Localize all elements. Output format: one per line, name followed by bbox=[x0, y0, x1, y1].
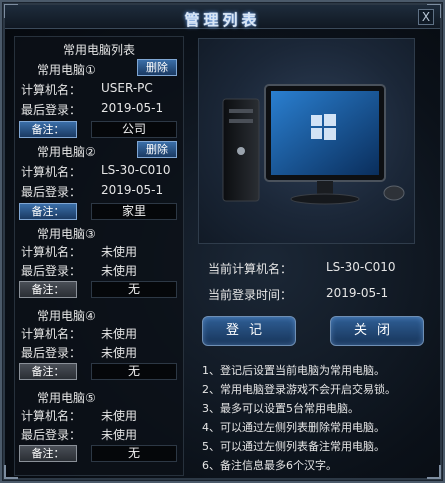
last-login-label: 最后登录： bbox=[21, 185, 82, 199]
close-icon[interactable]: X bbox=[418, 9, 434, 25]
current-login-time: 当前登录时间： 2019-05-1 bbox=[208, 286, 428, 304]
note-field[interactable]: 无 bbox=[91, 445, 177, 462]
computer-name-row: 计算机名： USER-PC bbox=[21, 81, 181, 97]
computer-name-label: 计算机名： bbox=[21, 409, 82, 423]
last-login-value: 未使用 bbox=[101, 264, 138, 278]
note-button[interactable]: 备注： bbox=[19, 363, 77, 380]
delete-button[interactable]: 删除 bbox=[137, 141, 177, 158]
window-title: 管理列表 bbox=[184, 11, 261, 29]
computer-name-label: 计算机名： bbox=[21, 83, 82, 97]
tip-item: 1、登记后设置当前电脑为常用电脑。 bbox=[202, 364, 385, 377]
computer-name-value: LS-30-C010 bbox=[101, 163, 171, 177]
last-login-label: 最后登录： bbox=[21, 346, 82, 360]
current-name-label: 当前计算机名： bbox=[208, 262, 293, 276]
tip-item: 4、可以通过左侧列表删除常用电脑。 bbox=[202, 421, 385, 434]
list-title: 常用电脑列表 bbox=[62, 43, 135, 57]
last-login-label: 最后登录： bbox=[21, 428, 82, 442]
computer-name-label: 计算机名： bbox=[21, 245, 82, 259]
note-field[interactable]: 无 bbox=[91, 281, 177, 298]
slot-header: 常用电脑③ bbox=[37, 227, 96, 241]
title-bar: 管理列表 X bbox=[5, 5, 440, 29]
last-login-row: 最后登录： 未使用 bbox=[21, 344, 181, 360]
pc-slot-1: 常用电脑① 删除 计算机名： USER-PC 最后登录： 2019-05-1 备… bbox=[15, 59, 183, 143]
current-time-value: 2019-05-1 bbox=[326, 286, 389, 300]
slot-header: 常用电脑① bbox=[37, 63, 96, 77]
computer-name-label: 计算机名： bbox=[21, 327, 82, 341]
pc-slot-5: 常用电脑⑤ 计算机名： 未使用 最后登录： 未使用 备注： 无 bbox=[15, 389, 183, 471]
common-pc-list: 常用电脑列表 常用电脑① 删除 计算机名： USER-PC 最后登录： 2019… bbox=[14, 36, 184, 476]
computer-name-value: 未使用 bbox=[101, 327, 138, 341]
note-field[interactable]: 公司 bbox=[91, 121, 177, 138]
current-computer-name: 当前计算机名： LS-30-C010 bbox=[208, 260, 428, 278]
last-login-row: 最后登录： 未使用 bbox=[21, 426, 181, 442]
tip-item: 5、可以通过左侧列表备注常用电脑。 bbox=[202, 440, 385, 453]
slot-header: 常用电脑④ bbox=[37, 309, 96, 323]
last-login-row: 最后登录： 2019-05-1 bbox=[21, 101, 181, 117]
delete-button[interactable]: 删除 bbox=[137, 59, 177, 76]
last-login-label: 最后登录： bbox=[21, 264, 82, 278]
computer-name-row: 计算机名： 未使用 bbox=[21, 243, 181, 259]
manage-list-window: 管理列表 X 常用电脑列表 常用电脑① 删除 计算机名： USER-PC 最后登… bbox=[0, 0, 445, 483]
tip-item: 3、最多可以设置5台常用电脑。 bbox=[202, 402, 359, 415]
last-login-value: 未使用 bbox=[101, 428, 138, 442]
last-login-row: 最后登录： 2019-05-1 bbox=[21, 183, 181, 199]
tip-item: 6、备注信息最多6个汉字。 bbox=[202, 459, 337, 472]
computer-name-label: 计算机名： bbox=[21, 165, 82, 179]
slot-header: 常用电脑⑤ bbox=[37, 391, 96, 405]
note-button[interactable]: 备注： bbox=[19, 281, 77, 298]
pc-slot-4: 常用电脑④ 计算机名： 未使用 最后登录： 未使用 备注： 无 bbox=[15, 307, 183, 389]
computer-name-row: 计算机名： LS-30-C010 bbox=[21, 163, 181, 179]
computer-icon bbox=[222, 84, 405, 205]
frame-corner bbox=[427, 465, 441, 479]
register-button[interactable]: 登记 bbox=[202, 316, 296, 346]
current-name-value: LS-30-C010 bbox=[326, 260, 396, 274]
last-login-value: 未使用 bbox=[101, 346, 138, 360]
last-login-label: 最后登录： bbox=[21, 103, 82, 117]
last-login-value: 2019-05-1 bbox=[101, 101, 164, 115]
computer-name-value: 未使用 bbox=[101, 409, 138, 423]
computer-name-row: 计算机名： 未使用 bbox=[21, 407, 181, 423]
note-button[interactable]: 备注： bbox=[19, 203, 77, 220]
slot-header: 常用电脑② bbox=[37, 145, 96, 159]
note-button[interactable]: 备注： bbox=[19, 445, 77, 462]
note-field[interactable]: 家里 bbox=[91, 203, 177, 220]
close-button[interactable]: 关闭 bbox=[330, 316, 424, 346]
computer-name-row: 计算机名： 未使用 bbox=[21, 325, 181, 341]
tip-item: 2、常用电脑登录游戏不会开启交易锁。 bbox=[202, 383, 396, 396]
last-login-value: 2019-05-1 bbox=[101, 183, 164, 197]
pc-slot-2: 常用电脑② 删除 计算机名： LS-30-C010 最后登录： 2019-05-… bbox=[15, 141, 183, 225]
note-field[interactable]: 无 bbox=[91, 363, 177, 380]
computer-illustration bbox=[198, 38, 415, 244]
last-login-row: 最后登录： 未使用 bbox=[21, 262, 181, 278]
computer-name-value: USER-PC bbox=[101, 81, 153, 95]
pc-slot-3: 常用电脑③ 计算机名： 未使用 最后登录： 未使用 备注： 无 bbox=[15, 225, 183, 307]
computer-name-value: 未使用 bbox=[101, 245, 138, 259]
note-button[interactable]: 备注： bbox=[19, 121, 77, 138]
current-time-label: 当前登录时间： bbox=[208, 288, 293, 302]
